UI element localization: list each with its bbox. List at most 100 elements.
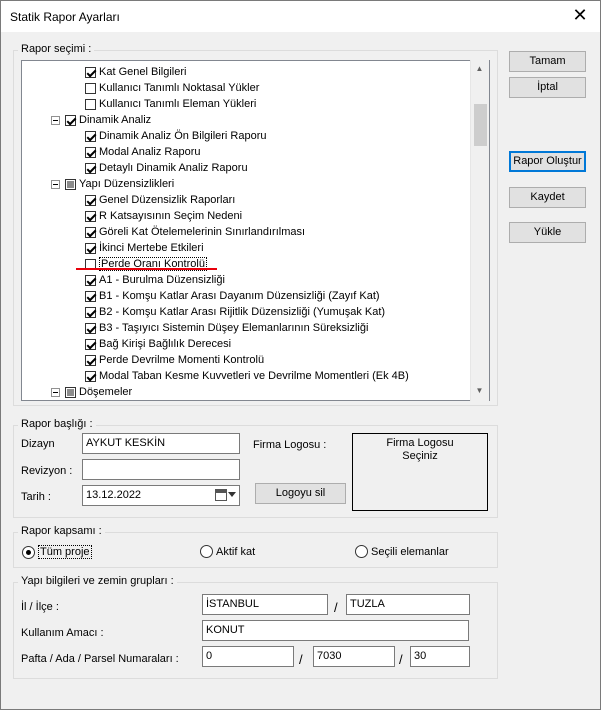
tree-item-checkbox[interactable] bbox=[65, 114, 76, 126]
tree-item-checkbox[interactable] bbox=[85, 162, 96, 174]
radio-tum-proje-label: Tüm proje bbox=[38, 545, 92, 559]
tree-item-label: Dinamik Analiz bbox=[79, 114, 152, 126]
statik-rapor-ayarlari-dialog: Statik Rapor Ayarları ✕ Rapor seçimi : K… bbox=[0, 0, 601, 710]
highlight-underline bbox=[76, 268, 217, 270]
tree-scrollbar[interactable]: ▲ ▼ bbox=[470, 60, 489, 401]
pafta-field[interactable]: 0 bbox=[202, 646, 294, 667]
kullanim-amaci-label: Kullanım Amacı : bbox=[21, 627, 104, 639]
scroll-down-icon[interactable]: ▼ bbox=[471, 382, 488, 399]
tree-item[interactable]: Bağ Kirişi Bağlılık Derecesi bbox=[85, 336, 231, 352]
dizayn-field[interactable]: AYKUT KESKİN bbox=[82, 433, 240, 454]
tree-item[interactable]: Detaylı Dinamik Analiz Raporu bbox=[85, 160, 248, 176]
tree-item[interactable]: Dinamik Analiz Ön Bilgileri Raporu bbox=[85, 128, 267, 144]
tree-item-label: Kat Genel Bilgileri bbox=[99, 66, 187, 78]
radio-aktif-kat-label: Aktif kat bbox=[216, 545, 256, 558]
yapi-bilgileri-label: Yapı bilgileri ve zemin grupları : bbox=[18, 575, 177, 587]
radio-secili-elemanlar-label: Seçili elemanlar bbox=[371, 545, 449, 558]
tree-item-checkbox[interactable] bbox=[85, 130, 96, 142]
tree-item[interactable]: B3 - Taşıyıcı Sistemin Düşey Elemanların… bbox=[85, 320, 368, 336]
tree-item[interactable]: B1 - Komşu Katlar Arası Dayanım Düzensiz… bbox=[85, 288, 380, 304]
collapse-icon[interactable] bbox=[51, 115, 60, 125]
collapse-icon[interactable] bbox=[51, 387, 60, 397]
tree-item[interactable]: Perde Devrilme Momenti Kontrolü bbox=[85, 352, 264, 368]
il-field[interactable]: İSTANBUL bbox=[202, 594, 328, 615]
kullanim-amaci-field[interactable]: KONUT bbox=[202, 620, 469, 641]
tree-item-checkbox[interactable] bbox=[85, 354, 96, 366]
il-ilce-label: İl / İlçe : bbox=[21, 601, 59, 613]
ilce-field[interactable]: TUZLA bbox=[346, 594, 470, 615]
tree-item[interactable]: Kullanıcı Tanımlı Eleman Yükleri bbox=[85, 96, 256, 112]
tree-item[interactable]: Göreli Kat Ötelemelerinin Sınırlandırılm… bbox=[85, 224, 305, 240]
tree-item-checkbox[interactable] bbox=[85, 210, 96, 222]
tree-item-checkbox[interactable] bbox=[85, 98, 96, 110]
firma-logosu-label: Firma Logosu : bbox=[253, 439, 327, 451]
tree-item[interactable]: İkinci Mertebe Etkileri bbox=[85, 240, 204, 256]
tree-item-checkbox[interactable] bbox=[85, 338, 96, 350]
il-ilce-separator: / bbox=[334, 600, 338, 615]
tree-item[interactable]: Genel Düzensizlik Raporları bbox=[85, 192, 235, 208]
revizyon-field[interactable] bbox=[82, 459, 240, 480]
tree-item-label: Genel Düzensizlik Raporları bbox=[99, 194, 236, 206]
collapse-icon[interactable] bbox=[51, 179, 60, 189]
tree-item-label: Modal Analiz Raporu bbox=[99, 146, 201, 158]
yukle-button[interactable]: Yükle bbox=[509, 222, 586, 243]
tamam-button[interactable]: Tamam bbox=[509, 51, 586, 72]
tree-item[interactable]: B2 - Komşu Katlar Arası Rijitlik Düzensi… bbox=[85, 304, 385, 320]
scroll-thumb[interactable] bbox=[474, 104, 487, 146]
tree-item-label: B1 - Komşu Katlar Arası Dayanım Düzensiz… bbox=[99, 290, 380, 302]
tree-item-checkbox[interactable] bbox=[85, 242, 96, 254]
tree-item-checkbox[interactable] bbox=[85, 322, 96, 334]
tree-item[interactable]: Kat Genel Bilgileri bbox=[85, 64, 186, 80]
radio-aktif-kat-icon bbox=[200, 545, 213, 558]
radio-aktif-kat[interactable]: Aktif kat bbox=[200, 545, 255, 558]
parsel-field[interactable]: 30 bbox=[410, 646, 470, 667]
tree-item[interactable]: Yapı Düzensizlikleri bbox=[51, 176, 174, 192]
tree-item[interactable]: Dinamik Analiz bbox=[51, 112, 151, 128]
rapor-olustur-button[interactable]: Rapor Oluştur bbox=[509, 151, 586, 172]
tree-item-checkbox[interactable] bbox=[85, 66, 96, 78]
calendar-icon[interactable] bbox=[214, 489, 236, 502]
tree-item-checkbox[interactable] bbox=[85, 194, 96, 206]
ada-field[interactable]: 7030 bbox=[313, 646, 395, 667]
dizayn-label: Dizayn bbox=[21, 438, 55, 450]
radio-tum-proje-icon bbox=[22, 545, 35, 559]
tree-item[interactable]: R Katsayısının Seçim Nedeni bbox=[85, 208, 242, 224]
tree-item-label: R Katsayısının Seçim Nedeni bbox=[99, 210, 243, 222]
tree-item-checkbox[interactable] bbox=[85, 226, 96, 238]
logoyu-sil-button[interactable]: Logoyu sil bbox=[255, 483, 346, 504]
tree-item-checkbox[interactable] bbox=[85, 274, 96, 286]
tree-item-label: Göreli Kat Ötelemelerinin Sınırlandırılm… bbox=[99, 226, 306, 238]
firma-logosu-box[interactable]: Firma Logosu Seçiniz bbox=[352, 433, 488, 511]
tree-item-checkbox[interactable] bbox=[65, 386, 76, 398]
close-icon[interactable]: ✕ bbox=[560, 1, 600, 31]
tree-item-checkbox[interactable] bbox=[85, 370, 96, 382]
chevron-down-icon bbox=[228, 492, 236, 497]
tree-item[interactable]: Modal Analiz Raporu bbox=[85, 144, 201, 160]
tarih-label: Tarih : bbox=[21, 491, 51, 503]
tree-item-label: Modal Taban Kesme Kuvvetleri ve Devrilme… bbox=[99, 370, 409, 382]
tree-item-label: B2 - Komşu Katlar Arası Rijitlik Düzensi… bbox=[99, 306, 386, 318]
tree-item[interactable]: Döşemeler bbox=[51, 384, 132, 400]
pafta-ada-parsel-label: Pafta / Ada / Parsel Numaraları : bbox=[21, 653, 179, 665]
radio-secili-elemanlar[interactable]: Seçili elemanlar bbox=[355, 545, 449, 558]
tarih-value: 13.12.2022 bbox=[86, 489, 142, 501]
tree-item-label: Bağ Kirişi Bağlılık Derecesi bbox=[99, 338, 232, 350]
tree-item[interactable]: Kullanıcı Tanımlı Noktasal Yükler bbox=[85, 80, 259, 96]
tree-item-checkbox[interactable] bbox=[85, 82, 96, 94]
tree-item-label: Kullanıcı Tanımlı Noktasal Yükler bbox=[99, 82, 260, 94]
scroll-up-icon[interactable]: ▲ bbox=[471, 60, 488, 77]
iptal-button[interactable]: İptal bbox=[509, 77, 586, 98]
kaydet-button[interactable]: Kaydet bbox=[509, 187, 586, 208]
window-title: Statik Rapor Ayarları bbox=[10, 10, 120, 24]
tree-item-checkbox[interactable] bbox=[85, 306, 96, 318]
radio-tum-proje[interactable]: Tüm proje bbox=[22, 545, 92, 559]
tree-item-checkbox[interactable] bbox=[85, 290, 96, 302]
tree-item[interactable]: A1 - Burulma Düzensizliği bbox=[85, 272, 225, 288]
title-bar: Statik Rapor Ayarları ✕ bbox=[1, 1, 600, 32]
tree-item-checkbox[interactable] bbox=[65, 178, 76, 190]
tree-item-label: İkinci Mertebe Etkileri bbox=[99, 242, 204, 254]
report-tree[interactable]: Kat Genel Bilgileri Kullanıcı Tanımlı Nok… bbox=[21, 60, 490, 401]
tree-item-checkbox[interactable] bbox=[85, 146, 96, 158]
tarih-date-picker[interactable]: 13.12.2022 bbox=[82, 485, 240, 506]
tree-item[interactable]: Modal Taban Kesme Kuvvetleri ve Devrilme… bbox=[85, 368, 409, 384]
